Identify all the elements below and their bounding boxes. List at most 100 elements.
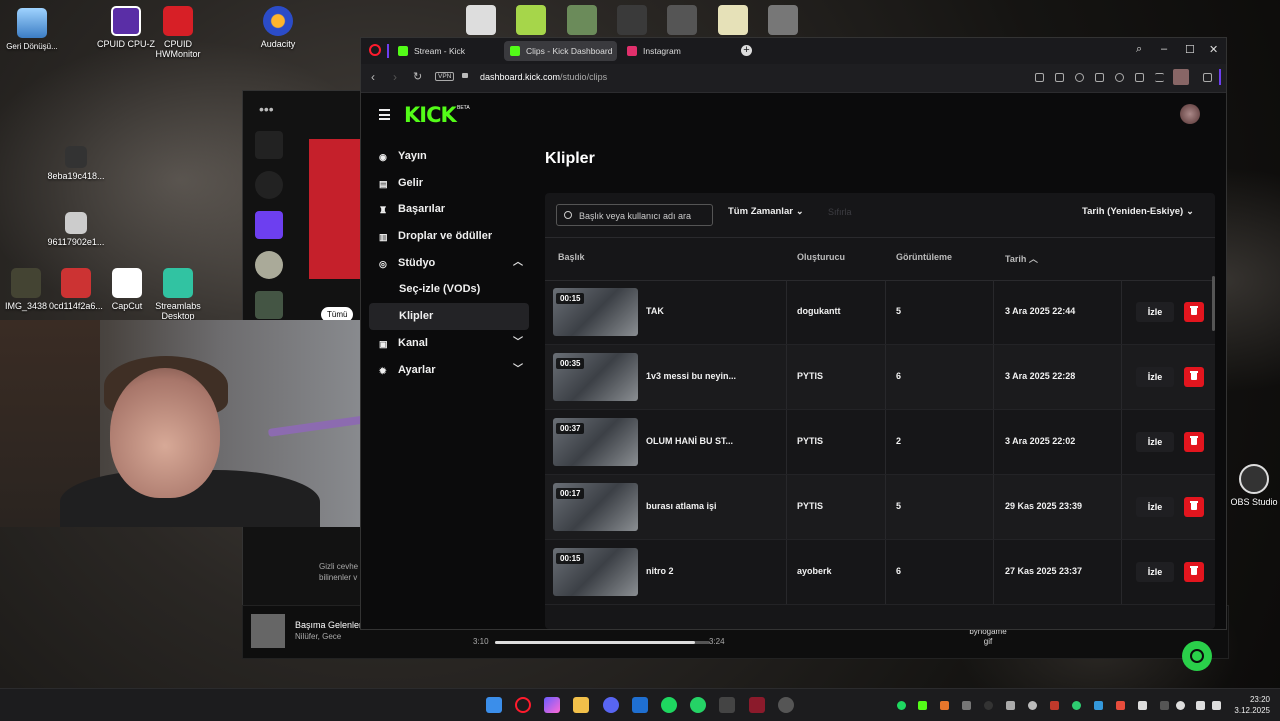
sidebar-item-vods[interactable]: Seç-izle (VODs) [369,276,529,303]
clip-title[interactable]: nitro 2 [646,566,674,576]
whatsapp-icon[interactable] [690,697,706,713]
watch-button[interactable]: İzle [1136,302,1174,322]
tray-icon[interactable] [962,701,971,710]
delete-button[interactable] [1184,497,1204,517]
menu-icon[interactable] [1155,73,1164,82]
progress-bar[interactable] [495,641,710,644]
clip-thumbnail[interactable]: 00:15 [553,548,638,596]
clip-thumbnail[interactable]: 00:15 [553,288,638,336]
game-icon-4[interactable] [617,5,647,35]
download-icon[interactable] [1135,73,1144,82]
column-views[interactable]: Görüntüleme [896,252,952,262]
tab-clips[interactable]: Clips - Kick Dashboard [504,41,617,61]
spotify-icon[interactable] [661,697,677,713]
sidebar-item-revenue[interactable]: ▤ Gelir [369,170,529,197]
watch-button[interactable]: İzle [1136,497,1174,517]
tray-icon[interactable] [1138,701,1147,710]
tray-icon[interactable] [1028,701,1037,710]
clip-title[interactable]: OLUM HANİ BU ST... [646,436,733,446]
notepad-icon[interactable] [719,697,735,713]
obs-desktop-icon[interactable]: OBS Studio [1222,464,1280,507]
copilot-icon[interactable] [544,697,560,713]
table-row[interactable]: 00:15 TAK dogukantt 5 3 Ara 2025 22:44 İzle [545,280,1215,345]
user-avatar[interactable] [1180,104,1200,124]
clip-thumbnail[interactable]: 00:17 [553,483,638,531]
delete-button[interactable] [1184,432,1204,452]
tray-icon[interactable] [984,701,993,710]
clip-creator[interactable]: PYTIS [797,371,823,381]
delete-button[interactable] [1184,367,1204,387]
camera-icon[interactable] [1055,73,1064,82]
heart-icon[interactable] [1115,73,1124,82]
clip-thumbnail[interactable]: 00:37 [553,418,638,466]
volume-icon[interactable] [1212,701,1221,710]
game-icon-1[interactable] [466,5,496,35]
reset-button[interactable]: Sıfırla [828,207,852,217]
tray-icon[interactable] [1160,701,1169,710]
app-icon[interactable] [749,697,765,713]
forward-icon[interactable]: › [393,70,397,84]
delete-button[interactable] [1184,302,1204,322]
close-button[interactable]: ✕ [1209,43,1218,56]
table-row[interactable]: 00:17 burası atlama işi PYTIS 5 29 Kas 2025 … [545,475,1215,540]
clip-creator[interactable]: dogukantt [797,306,841,316]
clock[interactable]: 23:20 3.12.2025 [1234,694,1270,716]
clip-title[interactable]: 1v3 messi bu neyin... [646,371,736,381]
tray-icon[interactable] [918,701,927,710]
streamlabs-desktop-icon[interactable]: Streamlabs Desktop [146,268,210,321]
opera-taskbar-icon[interactable] [515,697,531,713]
maximize-button[interactable]: ☐ [1185,43,1195,56]
scrollbar[interactable] [1212,276,1215,331]
sidebar-item-channel[interactable]: ▣ Kanal ﹀ [369,330,529,357]
liked-songs-icon[interactable] [255,211,283,239]
clip-title[interactable]: burası atlama işi [646,501,717,511]
tray-icon[interactable] [1072,701,1081,710]
watch-button[interactable]: İzle [1136,562,1174,582]
microphone-icon[interactable] [1176,701,1185,710]
column-creator[interactable]: Oluşturucu [797,252,845,262]
start-icon[interactable] [486,697,502,713]
gif-file-desktop-icon[interactable]: bynogame gif [968,627,1008,647]
tray-spotify-icon[interactable] [897,701,906,710]
tab-stream[interactable]: Stream - Kick Dashboard [392,41,502,76]
game-icon-5[interactable] [667,5,697,35]
kick-logo[interactable]: KICK [404,103,457,127]
url-field[interactable]: dashboard.kick.com/studio/clips [480,72,607,82]
clip-thumbnail[interactable]: 00:35 [553,353,638,401]
tab-instagram[interactable]: Instagram [621,41,691,61]
track-artist[interactable]: Nilüfer, Gece [295,632,341,641]
play-icon[interactable] [1095,73,1104,82]
library-icon[interactable] [255,131,283,159]
sidebar-item-achievements[interactable]: ♜ Başarılar [369,196,529,223]
tray-icon[interactable] [1050,701,1059,710]
clip-creator[interactable]: ayoberk [797,566,832,576]
search-tabs-icon[interactable]: ⌕ [1136,43,1142,56]
track-cover[interactable] [251,614,285,648]
tray-icon[interactable] [1094,701,1103,710]
column-title[interactable]: Başlık [558,252,585,262]
discord-icon[interactable] [603,697,619,713]
playlist-icon[interactable] [255,251,283,279]
time-filter-dropdown[interactable]: Tüm Zamanlar ⌄ [728,206,803,217]
hwmonitor-desktop-icon[interactable]: CPUID HWMonitor [146,6,210,59]
recycle-bin-desktop-icon[interactable]: Geri Dönüşü... [0,8,64,51]
game-icon-6[interactable] [718,5,748,35]
obs-taskbar-icon[interactable] [778,697,794,713]
game-icon-2[interactable] [516,5,546,35]
playlist-icon[interactable] [255,291,283,319]
back-icon[interactable]: ‹ [371,70,375,84]
file-desktop-icon-2[interactable]: 96117902e1... [44,212,108,247]
table-row[interactable]: 00:35 1v3 messi bu neyin... PYTIS 6 3 Ara 20… [545,345,1215,410]
sort-dropdown[interactable]: Tarih (Yeniden-Eskiye) ⌄ [1082,206,1194,217]
table-row[interactable]: 00:37 OLUM HANİ BU ST... PYTIS 2 3 Ara 2025 … [545,410,1215,475]
sidebar-item-drops[interactable]: ▥ Droplar ve ödüller [369,223,529,250]
audacity-desktop-icon[interactable]: Audacity [246,6,310,49]
support-button[interactable] [1182,641,1212,671]
tray-icon[interactable] [1116,701,1125,710]
watch-button[interactable]: İzle [1136,367,1174,387]
game-icon-3[interactable] [567,5,597,35]
file-explorer-icon[interactable] [573,697,589,713]
hamburger-icon[interactable] [379,109,390,123]
delete-button[interactable] [1184,562,1204,582]
edit-icon[interactable] [1035,73,1044,82]
